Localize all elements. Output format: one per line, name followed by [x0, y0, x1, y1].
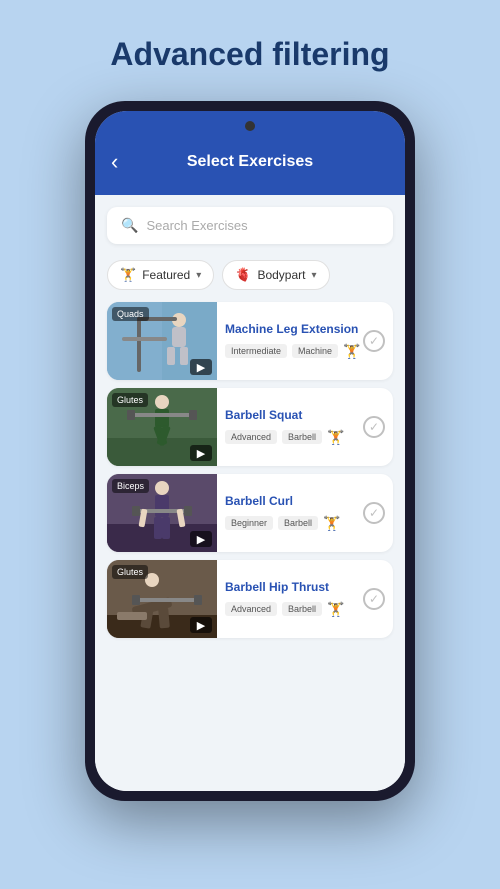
- video-play-icon: ▶: [190, 359, 212, 375]
- equipment-tag: Machine: [292, 344, 338, 358]
- phone-device: ‹ Select Exercises 🔍 Search Exercises 🏋 …: [85, 101, 415, 801]
- back-button[interactable]: ‹: [111, 149, 118, 175]
- bodypart-filter-label: Bodypart: [257, 268, 305, 282]
- page-title: Advanced filtering: [110, 36, 389, 73]
- search-section: 🔍 Search Exercises: [95, 195, 405, 252]
- search-input[interactable]: Search Exercises: [146, 218, 247, 233]
- exercise-name: Barbell Squat: [225, 408, 385, 424]
- equipment-tag: Barbell: [282, 430, 322, 444]
- level-tag: Advanced: [225, 430, 277, 444]
- select-checkbox[interactable]: ✓: [363, 416, 385, 438]
- exercise-thumbnail: Glutes ▶: [107, 560, 217, 638]
- featured-filter-label: Featured: [142, 268, 190, 282]
- equipment-tag: Barbell: [278, 516, 318, 530]
- exercise-item[interactable]: Glutes ▶ Barbell Squat Advanced Barbell …: [107, 388, 393, 466]
- muscle-group-label: Glutes: [112, 393, 148, 407]
- exercise-name: Machine Leg Extension: [225, 322, 385, 338]
- exercise-item[interactable]: Biceps ▶ Barbell Curl Beginner Barbell 🏋…: [107, 474, 393, 552]
- level-tag: Intermediate: [225, 344, 287, 358]
- filter-row: 🏋 Featured ▾ 🫀 Bodypart ▾: [95, 252, 405, 298]
- equipment-icon: 🏋️: [327, 601, 344, 618]
- bodypart-chevron-icon: ▾: [311, 270, 316, 281]
- bodypart-filter-icon: 🫀: [235, 267, 251, 283]
- level-tag: Advanced: [225, 602, 277, 616]
- exercise-name: Barbell Curl: [225, 494, 385, 510]
- nav-bar: ‹ Select Exercises: [95, 147, 405, 183]
- select-checkbox[interactable]: ✓: [363, 502, 385, 524]
- exercise-name: Barbell Hip Thrust: [225, 580, 385, 596]
- exercise-item[interactable]: Quads ▶ Machine Leg Extension Intermedia…: [107, 302, 393, 380]
- exercise-tags: Intermediate Machine 🏋️: [225, 343, 385, 360]
- app-header: ‹ Select Exercises: [95, 111, 405, 195]
- muscle-group-label: Biceps: [112, 479, 149, 493]
- equipment-icon: 🏋️: [343, 343, 360, 360]
- video-play-icon: ▶: [190, 531, 212, 547]
- exercise-list: Quads ▶ Machine Leg Extension Intermedia…: [95, 298, 405, 791]
- bodypart-filter-button[interactable]: 🫀 Bodypart ▾: [222, 260, 329, 290]
- exercise-thumbnail: Quads ▶: [107, 302, 217, 380]
- status-bar: [95, 111, 405, 147]
- equipment-icon: 🏋️: [323, 515, 340, 532]
- video-play-icon: ▶: [190, 617, 212, 633]
- search-bar[interactable]: 🔍 Search Exercises: [107, 207, 393, 244]
- screen-content: 🔍 Search Exercises 🏋 Featured ▾ 🫀 Bodypa…: [95, 195, 405, 791]
- exercise-thumbnail: Biceps ▶: [107, 474, 217, 552]
- muscle-group-label: Glutes: [112, 565, 148, 579]
- equipment-icon: 🏋️: [327, 429, 344, 446]
- exercise-thumbnail: Glutes ▶: [107, 388, 217, 466]
- featured-filter-button[interactable]: 🏋 Featured ▾: [107, 260, 214, 290]
- select-checkbox[interactable]: ✓: [363, 330, 385, 352]
- video-play-icon: ▶: [190, 445, 212, 461]
- equipment-tag: Barbell: [282, 602, 322, 616]
- select-checkbox[interactable]: ✓: [363, 588, 385, 610]
- exercise-tags: Advanced Barbell 🏋️: [225, 601, 385, 618]
- exercise-item[interactable]: Glutes ▶ Barbell Hip Thrust Advanced Bar…: [107, 560, 393, 638]
- search-icon: 🔍: [121, 217, 138, 234]
- muscle-group-label: Quads: [112, 307, 149, 321]
- exercise-tags: Advanced Barbell 🏋️: [225, 429, 385, 446]
- level-tag: Beginner: [225, 516, 273, 530]
- camera-dot: [245, 121, 255, 131]
- phone-screen: ‹ Select Exercises 🔍 Search Exercises 🏋 …: [95, 111, 405, 791]
- featured-chevron-icon: ▾: [196, 270, 201, 281]
- exercise-tags: Beginner Barbell 🏋️: [225, 515, 385, 532]
- featured-filter-icon: 🏋: [120, 267, 136, 283]
- screen-title: Select Exercises: [187, 153, 313, 171]
